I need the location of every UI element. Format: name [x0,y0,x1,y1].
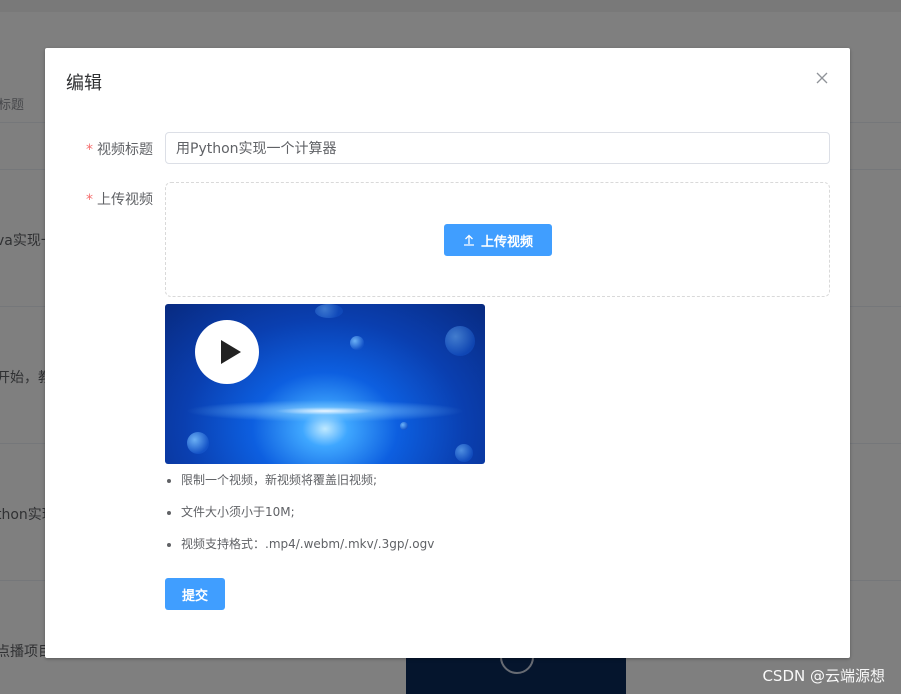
video-title-label-text: 视频标题 [97,142,153,158]
required-mark: * [86,192,93,208]
video-bubble [315,304,343,318]
upload-dropzone[interactable]: 上传视频 [165,182,830,297]
video-bubble [455,444,473,462]
video-bubble [187,432,209,454]
video-bubble [445,326,475,356]
video-title-input[interactable] [165,132,830,164]
upload-video-button-label: 上传视频 [480,234,533,250]
dialog-title: 编辑 [66,73,102,94]
upload-tip: 限制一个视频，新视频将覆盖旧视频; [165,468,565,500]
upload-tips: 限制一个视频，新视频将覆盖旧视频; 文件大小须小于10M; 视频支持格式：.mp… [165,468,565,564]
watermark: CSDN @云端源想 [762,667,885,685]
upload-video-label-text: 上传视频 [97,192,153,208]
video-bubble [400,422,408,430]
video-preview[interactable] [165,304,485,464]
edit-dialog: 编辑 *视频标题 *上传视频 上传视频 限制一个视频，新视频将覆盖旧视频; 文件… [45,48,850,658]
play-icon[interactable] [195,320,259,384]
upload-tip: 视频支持格式：.mp4/.webm/.mkv/.3gp/.ogv [165,532,565,564]
upload-video-label: * 上传视频 [45,189,153,209]
video-bubble [350,336,364,350]
submit-button[interactable]: 提交 [165,578,225,610]
video-light-streak [185,400,465,422]
required-mark: * [86,142,93,158]
upload-tip: 文件大小须小于10M; [165,500,565,532]
upload-video-button[interactable]: 上传视频 [444,224,552,256]
close-icon[interactable] [814,70,830,86]
upload-icon [463,234,474,246]
video-title-label: * 视频标题 [45,139,153,159]
